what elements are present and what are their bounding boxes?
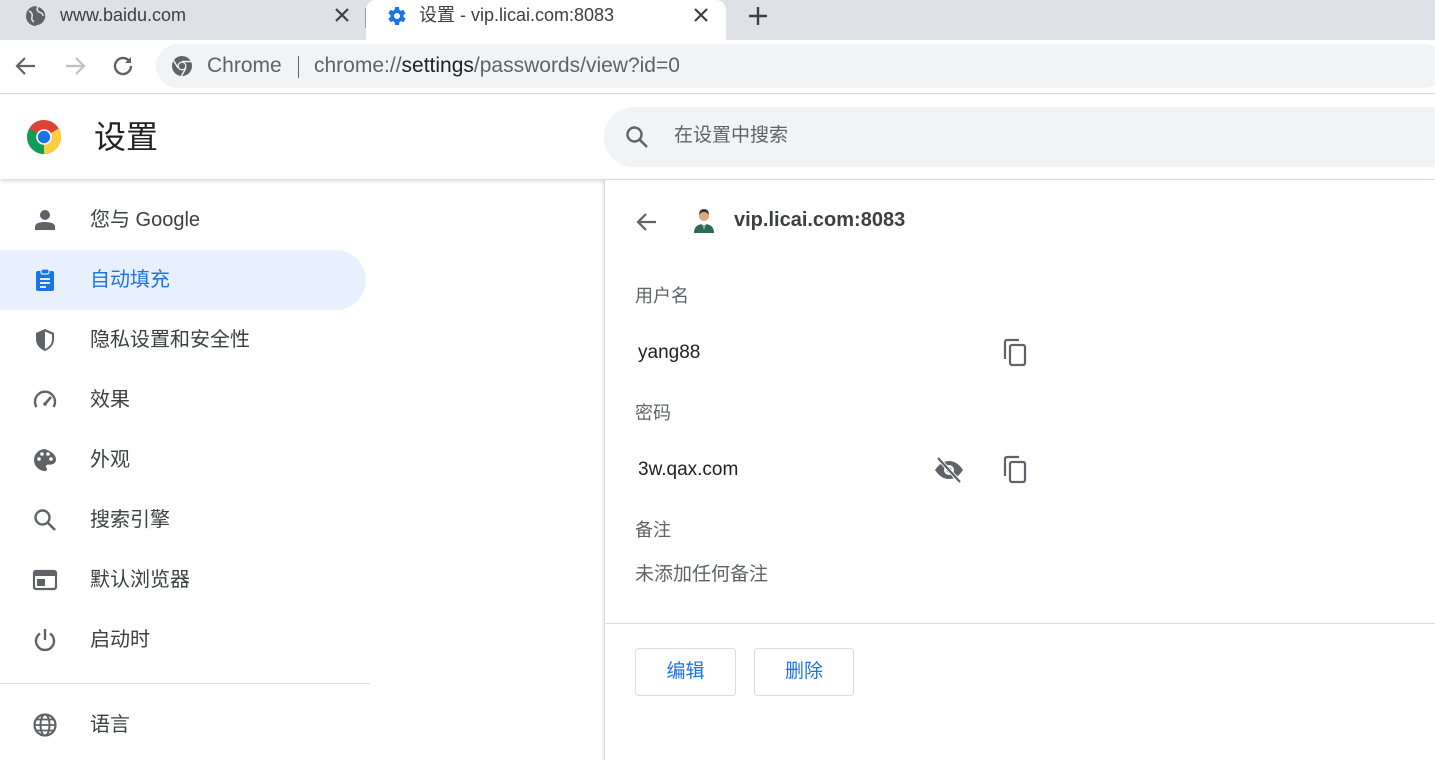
password-label: 密码 [635, 403, 671, 423]
password-detail-card: vip.licai.com:8083 用户名 yang88 密码 3w.qax.… [604, 180, 1435, 760]
forward-arrow-icon[interactable] [61, 52, 89, 80]
url-text[interactable]: chrome://settings/passwords/view?id=0 [314, 55, 680, 77]
note-label: 备注 [635, 520, 671, 540]
copy-icon[interactable] [999, 454, 1031, 486]
card-divider [605, 623, 1435, 624]
globe-icon [33, 713, 57, 737]
search-icon [626, 126, 648, 148]
eye-off-icon[interactable] [933, 454, 965, 486]
tab-settings[interactable]: 设置 - vip.licai.com:8083 [366, 0, 726, 40]
url-host: settings [401, 54, 474, 77]
url-scheme: chrome:// [314, 54, 402, 77]
sidebar-item-label: 启动时 [90, 629, 150, 651]
sidebar-divider [0, 683, 370, 684]
chrome-logo-icon [27, 120, 61, 154]
back-arrow-icon[interactable] [12, 52, 40, 80]
settings-sidebar: 您与 Google 自动填充 隐私设置和安全性 效果 外观 搜索引擎 默认浏览器… [0, 180, 370, 760]
close-icon[interactable] [331, 4, 353, 26]
edit-button[interactable]: 编辑 [635, 648, 736, 696]
password-value: 3w.qax.com [638, 459, 739, 480]
person-icon [35, 210, 55, 230]
reload-icon[interactable] [109, 52, 137, 80]
site-name: vip.licai.com:8083 [734, 209, 906, 231]
palette-icon [34, 449, 56, 471]
search-icon [34, 509, 56, 531]
omnibox[interactable]: Chrome chrome://settings/passwords/view?… [156, 44, 1435, 88]
sidebar-item-you-and-google[interactable]: 您与 Google [0, 190, 366, 250]
sidebar-item-search-engine[interactable]: 搜索引擎 [0, 490, 366, 550]
shield-icon [36, 329, 54, 351]
close-icon[interactable] [690, 4, 712, 26]
sidebar-item-languages[interactable]: 语言 [0, 695, 366, 755]
copy-icon[interactable] [999, 337, 1031, 369]
username-value: yang88 [638, 342, 701, 363]
sidebar-item-label: 自动填充 [90, 269, 170, 291]
username-label: 用户名 [635, 286, 689, 306]
sidebar-item-label: 语言 [90, 714, 130, 736]
sidebar-item-privacy[interactable]: 隐私设置和安全性 [0, 310, 366, 370]
chrome-logo-icon [172, 56, 192, 77]
gear-icon [388, 7, 406, 25]
sidebar-item-label: 效果 [90, 389, 130, 411]
browser-toolbar: Chrome chrome://settings/passwords/view?… [0, 40, 1435, 94]
sidebar-item-label: 默认浏览器 [90, 569, 190, 591]
sidebar-item-on-startup[interactable]: 启动时 [0, 610, 366, 670]
page-title: 设置 [94, 119, 159, 155]
back-arrow-icon[interactable] [633, 208, 661, 236]
settings-header: 设置 在设置中搜索 [0, 95, 1435, 179]
new-tab-plus-icon[interactable] [744, 2, 772, 30]
sidebar-item-autofill[interactable]: 自动填充 [0, 250, 366, 310]
sidebar-item-performance[interactable]: 效果 [0, 370, 366, 430]
tab-strip: www.baidu.com 设置 - vip.licai.com:8083 [0, 0, 1435, 40]
search-placeholder: 在设置中搜索 [674, 125, 789, 146]
tab-title: 设置 - vip.licai.com:8083 [419, 5, 615, 25]
browser-window-icon [32, 569, 58, 591]
clipboard-icon [36, 268, 54, 291]
speedometer-icon [33, 390, 57, 408]
sidebar-item-label: 外观 [90, 449, 130, 471]
tab-baidu[interactable]: www.baidu.com [0, 0, 365, 40]
sidebar-item-default-browser[interactable]: 默认浏览器 [0, 550, 366, 610]
settings-search-input[interactable]: 在设置中搜索 [604, 107, 1435, 167]
sidebar-item-label: 搜索引擎 [90, 509, 170, 531]
tab-title: www.baidu.com [60, 5, 187, 25]
sidebar-item-label: 您与 Google [90, 209, 201, 231]
power-icon [34, 629, 56, 652]
sidebar-item-appearance[interactable]: 外观 [0, 430, 366, 490]
site-favicon-icon [694, 209, 714, 233]
omnibox-divider [298, 56, 299, 78]
note-value: 未添加任何备注 [635, 564, 769, 585]
url-path: /passwords/view?id=0 [473, 54, 680, 77]
globe-icon [26, 5, 47, 27]
security-chip-label: Chrome [207, 54, 282, 77]
sidebar-item-label: 隐私设置和安全性 [90, 329, 250, 351]
delete-button[interactable]: 删除 [754, 648, 854, 696]
